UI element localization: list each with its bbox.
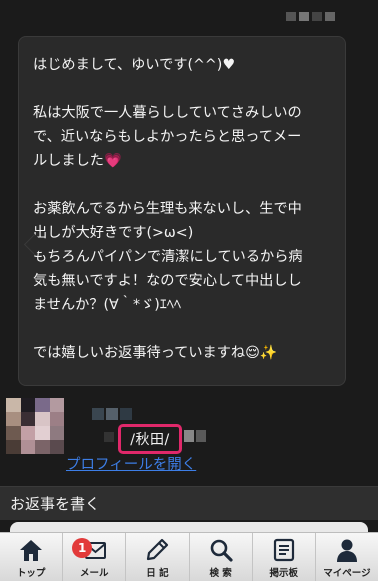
tab-mypage[interactable]: マイページ — [314, 533, 378, 581]
message-line: 私は大阪で一人暮らししていてさみしいの — [33, 105, 302, 121]
tab-label: トップ — [16, 568, 46, 579]
tab-board[interactable]: 掲示板 — [251, 533, 315, 581]
person-icon — [336, 539, 357, 562]
message-line: 気も無いですよ！なので安心して中出しし — [33, 273, 302, 289]
tab-search[interactable]: 検 索 — [188, 533, 252, 581]
pixelated-info — [184, 430, 206, 442]
tab-top[interactable]: トップ — [0, 533, 62, 581]
tab-label: メール — [80, 568, 109, 579]
tab-label: 日 記 — [146, 568, 169, 579]
message-line: で、近いならもしよかったらと思ってメー — [33, 129, 302, 145]
message-line: ルしました💗 — [33, 153, 122, 169]
tab-label: 掲示板 — [269, 568, 299, 579]
home-icon — [20, 540, 43, 561]
message-line: お薬飲んでるから生理も来ないし、生で中 — [33, 201, 302, 217]
board-icon — [273, 538, 294, 562]
bottom-tabbar: トップ 1 メール 日 記 検 索 掲示板 マイページ — [0, 532, 378, 581]
search-icon — [210, 539, 233, 562]
tab-mail[interactable]: 1 メール — [62, 533, 125, 581]
message-line: はじめまして、ゆいです(^^)♥ — [33, 57, 236, 73]
pixelated-age — [104, 432, 114, 442]
message-line: 出しが大好きです(>ω<) — [33, 225, 194, 241]
tab-label: 検 索 — [209, 568, 232, 579]
message-line: では嬉しいお返事待っていますね😌✨ — [33, 345, 278, 361]
tab-label: マイページ — [323, 568, 371, 579]
sender-location: /秋田/ — [130, 432, 170, 448]
pencil-icon — [147, 538, 169, 561]
message-line: ませんか？(∀｀*ゞ)ｴﾍﾍ — [33, 297, 182, 313]
open-profile-link[interactable]: プロフィールを開く — [66, 453, 196, 474]
message-bubble: はじめまして、ゆいです(^^)♥ 私は大阪で一人暮らししていてさみしいの で、近… — [18, 36, 346, 386]
reply-label: お返事を書く — [10, 495, 101, 513]
reply-bar[interactable]: お返事を書く — [0, 486, 378, 520]
location-highlight: /秋田/ — [118, 424, 182, 454]
pixelated-username — [92, 408, 132, 420]
tab-diary[interactable]: 日 記 — [125, 533, 188, 581]
pixelated-header-info — [286, 12, 335, 21]
message-line: もちろんパイパンで清潔にしているから病 — [33, 249, 303, 265]
avatar[interactable] — [6, 398, 64, 454]
